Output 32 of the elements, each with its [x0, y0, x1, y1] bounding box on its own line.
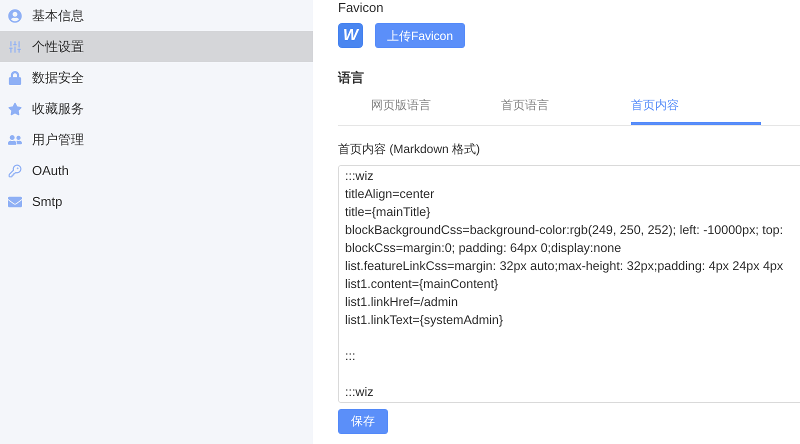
sidebar-item[interactable]: Smtp: [0, 186, 313, 217]
sidebar-item[interactable]: OAuth: [0, 155, 313, 186]
code-line: :::wiz: [345, 384, 374, 400]
code-line: list1.linkText={systemAdmin}: [345, 312, 504, 328]
user-icon: [8, 8, 22, 22]
code-line: blockCss=margin:0; padding: 64px 0;display:none: [345, 240, 622, 256]
sidebar-item[interactable]: 收藏服务: [0, 93, 313, 124]
sidebar-item[interactable]: 用户管理: [0, 124, 313, 155]
sliders-icon: [8, 40, 22, 54]
language-tab[interactable]: 首页语言: [501, 94, 631, 124]
code-line: list.featureLinkCss=margin: 32px auto;max-height: 32px;padding: 4px 24px 4px: [345, 258, 784, 274]
code-line: :::wiz: [345, 168, 374, 184]
sidebar-item[interactable]: 个性设置: [0, 31, 313, 62]
code-line: list1.linkHref=/admin: [345, 294, 458, 310]
key-icon: [8, 164, 22, 178]
users-icon: [8, 132, 22, 146]
code-line: title={mainTitle}: [345, 204, 430, 220]
code-line: list1.content={mainContent}: [345, 276, 498, 292]
sidebar-item[interactable]: 数据安全: [0, 62, 313, 93]
section-heading: 语言: [338, 69, 365, 87]
code-line: blockBackgroundCss=background-color:rgb(249, 250, 252); left: -10000px; top:: [345, 222, 784, 238]
favicon-logo: W: [338, 23, 363, 48]
section-label: Favicon: [338, 0, 385, 15]
star-icon: [8, 102, 22, 116]
sidebar-item[interactable]: 基本信息: [0, 0, 313, 31]
lock-icon: [8, 70, 22, 84]
field-label: 首页内容 (Markdown 格式): [338, 140, 482, 158]
code-line: titleAlign=center: [345, 186, 434, 202]
language-tab[interactable]: 网页版语言: [371, 94, 501, 124]
markdown-editor-field[interactable]: [338, 164, 800, 402]
code-line: :::: [345, 348, 356, 364]
mail-icon: [8, 194, 22, 208]
